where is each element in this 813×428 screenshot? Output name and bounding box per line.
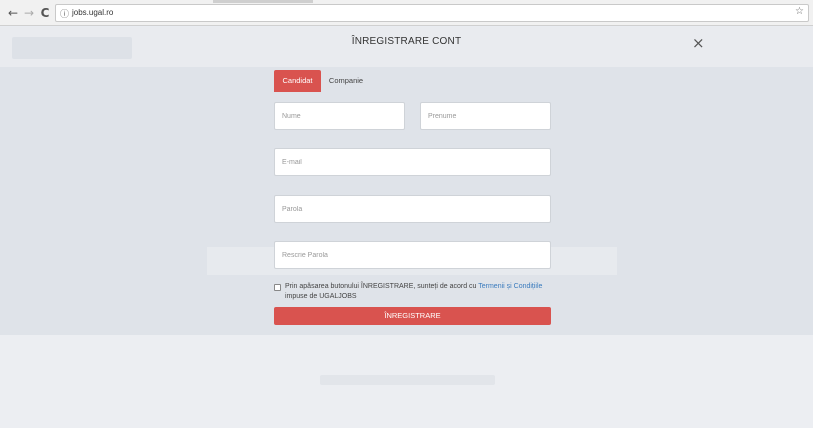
prenume-input[interactable] bbox=[420, 102, 551, 130]
register-button[interactable]: ÎNREGISTRARE bbox=[274, 307, 551, 325]
url-text[interactable]: jobs.ugal.ro bbox=[72, 8, 113, 17]
tab-candidat[interactable]: Candidat bbox=[274, 70, 321, 92]
address-bar[interactable]: ⓘ jobs.ugal.ro ☆ bbox=[55, 4, 809, 22]
email-input[interactable] bbox=[274, 148, 551, 176]
background-logo bbox=[12, 37, 132, 59]
bookmark-star-icon[interactable]: ☆ bbox=[795, 6, 804, 17]
browser-toolbar: ← → C ⓘ jobs.ugal.ro ☆ bbox=[0, 0, 813, 26]
close-icon[interactable]: × bbox=[692, 34, 705, 52]
terms-text-before: Prin apăsarea butonului ÎNREGISTRARE, su… bbox=[285, 283, 479, 290]
background-footer-title bbox=[320, 375, 495, 385]
background-footer bbox=[0, 335, 813, 428]
terms-link[interactable]: Termenii și Condițiile bbox=[478, 283, 542, 290]
forward-arrow-icon[interactable]: → bbox=[22, 6, 36, 20]
tab-strip bbox=[213, 0, 313, 3]
password-input[interactable] bbox=[274, 195, 551, 223]
modal-title: ÎNREGISTRARE CONT bbox=[351, 36, 462, 47]
back-arrow-icon[interactable]: ← bbox=[6, 6, 20, 20]
reload-icon[interactable]: C bbox=[38, 6, 52, 20]
tab-companie[interactable]: Companie bbox=[323, 70, 369, 92]
nume-input[interactable] bbox=[274, 102, 405, 130]
terms-text: Prin apăsarea butonului ÎNREGISTRARE, su… bbox=[285, 282, 550, 302]
background-page bbox=[0, 27, 813, 428]
terms-text-after: impuse de UGALJOBS bbox=[285, 293, 357, 300]
terms-checkbox[interactable] bbox=[274, 284, 281, 291]
confirm-password-input[interactable] bbox=[274, 241, 551, 269]
info-icon[interactable]: ⓘ bbox=[60, 7, 69, 20]
